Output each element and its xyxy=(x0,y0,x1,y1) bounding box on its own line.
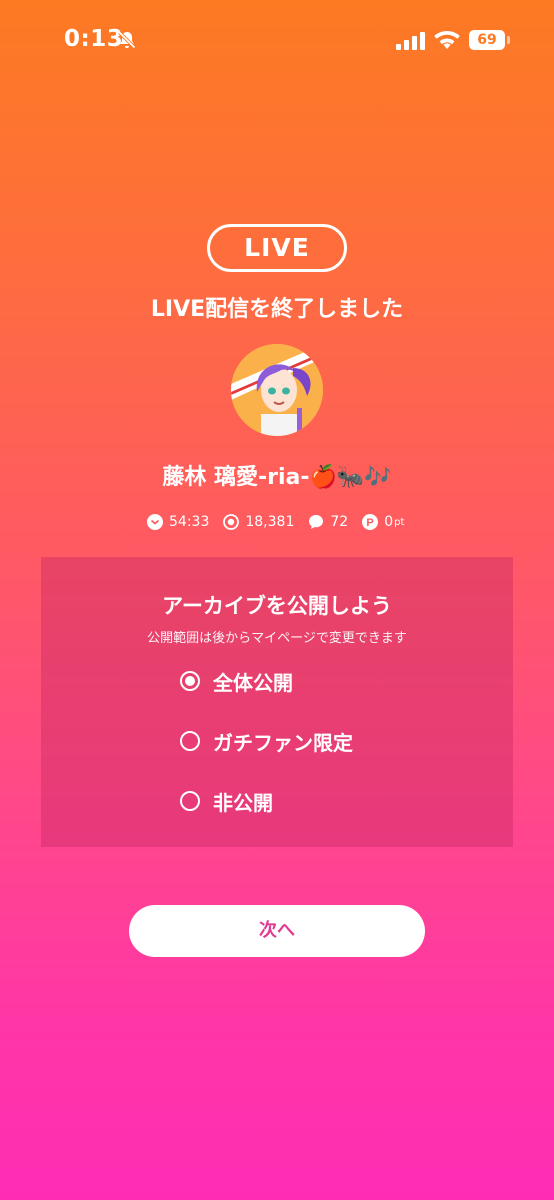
points-value: 0 xyxy=(384,514,394,530)
archive-title: アーカイブを公開しよう xyxy=(162,594,392,618)
archive-panel: アーカイブを公開しよう 公開範囲は後からマイページで変更できます 全体公開 ガチ… xyxy=(41,557,513,847)
radio-public[interactable] xyxy=(180,671,200,691)
avatar xyxy=(231,344,323,436)
comments-value: 72 xyxy=(330,514,349,530)
radio-fans-only[interactable] xyxy=(180,731,200,751)
points-icon: P xyxy=(362,514,379,530)
comment-icon xyxy=(309,515,324,529)
option-fans-only-label: ガチファン限定 xyxy=(213,730,353,755)
option-private-label: 非公開 xyxy=(213,790,273,815)
battery-indicator: 69 xyxy=(469,30,505,50)
option-private[interactable]: 非公開 xyxy=(180,786,273,816)
svg-text:P: P xyxy=(367,517,374,529)
stats-row: 54:33 18,381 72 P 0 pt xyxy=(147,512,418,532)
status-bar: 0:13 69 xyxy=(0,0,554,84)
live-badge: LIVE xyxy=(207,224,347,272)
archive-subtitle: 公開範囲は後からマイページで変更できます xyxy=(147,631,407,646)
next-button[interactable]: 次へ xyxy=(129,905,425,957)
clock-icon xyxy=(147,514,163,530)
option-public-label: 全体公開 xyxy=(213,670,293,695)
live-ended-message: LIVE配信を終了しました xyxy=(150,297,404,322)
bell-muted-icon xyxy=(118,31,136,49)
points-unit: pt xyxy=(394,516,405,528)
option-fans-only[interactable]: ガチファン限定 xyxy=(180,726,353,756)
stat-points: P 0 pt xyxy=(362,514,404,530)
stat-duration: 54:33 xyxy=(147,514,209,530)
battery-tip xyxy=(507,36,510,44)
wifi-icon xyxy=(434,31,460,49)
radio-private[interactable] xyxy=(180,791,200,811)
cellular-signal-icon xyxy=(396,32,425,50)
option-public[interactable]: 全体公開 xyxy=(180,666,293,696)
viewers-icon xyxy=(223,514,240,530)
stat-comments: 72 xyxy=(308,514,348,530)
avatar-image xyxy=(231,344,323,436)
duration-value: 54:33 xyxy=(169,514,210,530)
status-time: 0:13 xyxy=(64,26,124,52)
username: 藤林 璃愛-ria-🍎🐜🎶 xyxy=(162,465,392,490)
stat-viewers: 18,381 xyxy=(223,514,294,530)
viewers-value: 18,381 xyxy=(245,514,295,530)
